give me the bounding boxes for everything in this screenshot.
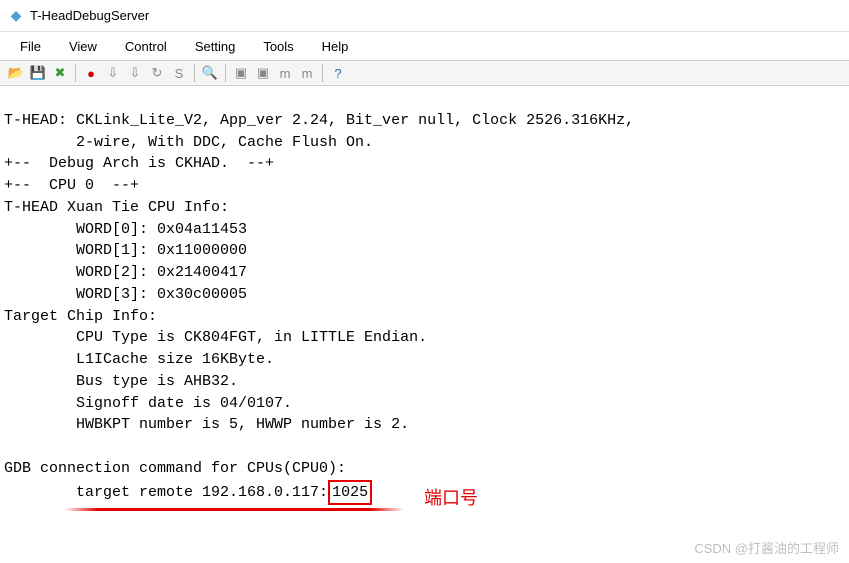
window-title: T-HeadDebugServer	[30, 8, 149, 23]
gdb-command-line: target remote 192.168.0.117:1025端口号	[4, 480, 372, 506]
console-output: T-HEAD: CKLink_Lite_V2, App_ver 2.24, Bi…	[0, 86, 849, 507]
stop-icon[interactable]: S	[169, 63, 189, 83]
console-line: +-- CPU 0 --+	[4, 177, 139, 194]
console-line: CPU Type is CK804FGT, in LITTLE Endian.	[4, 329, 427, 346]
separator	[225, 64, 226, 82]
menu-tools[interactable]: Tools	[249, 35, 307, 58]
menu-setting[interactable]: Setting	[181, 35, 249, 58]
menu-bar: File View Control Setting Tools Help	[0, 32, 849, 60]
window1-icon[interactable]: ▣	[231, 63, 251, 83]
menu-control[interactable]: Control	[111, 35, 181, 58]
open-icon[interactable]: 📂	[6, 63, 26, 83]
console-line: 2-wire, With DDC, Cache Flush On.	[4, 134, 373, 151]
save-icon[interactable]: 💾	[28, 63, 48, 83]
download2-icon[interactable]: ⇩	[125, 63, 145, 83]
find-icon[interactable]: 🔍	[200, 63, 220, 83]
download1-icon[interactable]: ⇩	[103, 63, 123, 83]
gdb-prefix: target remote 192.168.0.117:	[4, 484, 328, 501]
console-line: WORD[2]: 0x21400417	[4, 264, 247, 281]
help-icon[interactable]: ?	[328, 63, 348, 83]
console-line: Signoff date is 04/0107.	[4, 395, 292, 412]
console-line: T-HEAD Xuan Tie CPU Info:	[4, 199, 229, 216]
separator	[75, 64, 76, 82]
window2-icon[interactable]: ▣	[253, 63, 273, 83]
watermark: CSDN @打酱油的工程师	[694, 538, 839, 557]
record-icon[interactable]: ●	[81, 63, 101, 83]
console-line: WORD[0]: 0x04a11453	[4, 221, 247, 238]
console-line: GDB connection command for CPUs(CPU0):	[4, 460, 346, 477]
toolbar: 📂 💾 ✖ ● ⇩ ⇩ ↻ S 🔍 ▣ ▣ m m ?	[0, 60, 849, 86]
underline-annotation	[64, 508, 404, 511]
separator	[322, 64, 323, 82]
console-line: T-HEAD: CKLink_Lite_V2, App_ver 2.24, Bi…	[4, 112, 634, 129]
menu-help[interactable]: Help	[308, 35, 363, 58]
port-label-annotation: 端口号	[424, 485, 478, 511]
console-line: +-- Debug Arch is CKHAD. --+	[4, 155, 274, 172]
separator	[194, 64, 195, 82]
app-icon: ◆	[8, 8, 24, 24]
mem2-icon[interactable]: m	[297, 63, 317, 83]
mem-icon[interactable]: m	[275, 63, 295, 83]
delete-icon[interactable]: ✖	[50, 63, 70, 83]
console-line: Target Chip Info:	[4, 308, 157, 325]
console-line: HWBKPT number is 5, HWWP number is 2.	[4, 416, 409, 433]
console-line: WORD[3]: 0x30c00005	[4, 286, 247, 303]
menu-file[interactable]: File	[6, 35, 55, 58]
port-number: 1025	[328, 480, 372, 506]
console-line: Bus type is AHB32.	[4, 373, 238, 390]
console-line: L1ICache size 16KByte.	[4, 351, 274, 368]
menu-view[interactable]: View	[55, 35, 111, 58]
refresh-icon[interactable]: ↻	[147, 63, 167, 83]
title-bar: ◆ T-HeadDebugServer	[0, 0, 849, 32]
console-line: WORD[1]: 0x11000000	[4, 242, 247, 259]
